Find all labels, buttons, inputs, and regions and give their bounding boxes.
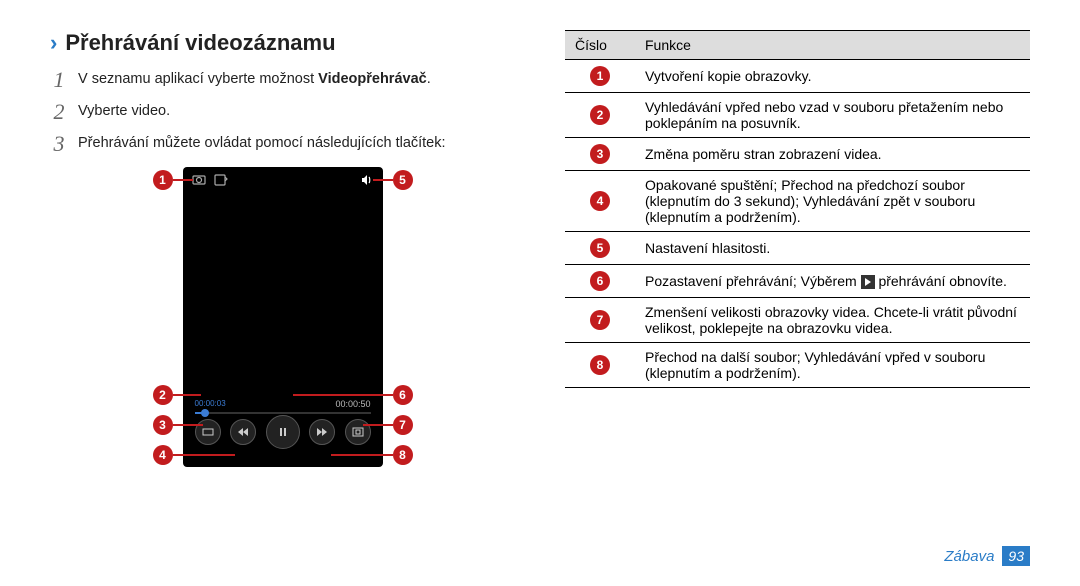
table-row: 8 Přechod na další soubor; Vyhledávání vp… [565,343,1030,388]
table-row: 2 Vyhledávání vpřed nebo vzad v souboru p… [565,93,1030,138]
phone-top-bar [183,167,383,193]
footer-category: Zábava [944,548,994,565]
step-text: V seznamu aplikací vyberte možnost Video… [78,68,431,87]
footer-page-number: 93 [1002,546,1030,566]
next-button[interactable] [309,419,335,445]
table-cell-text: Přechod na další soubor; Vyhledávání vpř… [635,343,1030,388]
callout-line [373,179,393,181]
callout-badge: 6 [590,271,610,291]
table-cell-text: Vyhledávání vpřed nebo vzad v souboru př… [635,93,1030,138]
right-column: Číslo Funkce 1 Vytvoření kopie obrazovky.… [565,30,1030,467]
callout-line [173,454,235,456]
callout-line [173,179,193,181]
progress-bar[interactable] [195,412,371,414]
callout-line [331,454,393,456]
table-cell-text: Nastavení hlasitosti. [635,232,1030,265]
left-column: › Přehrávání videozáznamu 1 V seznamu ap… [50,30,515,467]
play-pause-button[interactable] [266,415,300,449]
controls-table: Číslo Funkce 1 Vytvoření kopie obrazovky.… [565,30,1030,388]
table-cell-text: Pozastavení přehrávání; Výběrem přehrává… [635,265,1030,298]
callout-line [173,394,201,396]
step-text: Přehrávání můžete ovládat pomocí následu… [78,132,446,151]
section-heading: Přehrávání videozáznamu [65,30,335,56]
aspect-ratio-button[interactable] [195,419,221,445]
page-footer: Zábava 93 [944,546,1030,566]
step-text: Vyberte video. [78,100,170,119]
callout-badge: 4 [590,191,610,211]
step-number: 3 [50,132,68,156]
step-2: 2 Vyberte video. [50,100,515,124]
table-row: 4 Opakované spuštění; Přechod na předchoz… [565,171,1030,232]
camera-icon[interactable] [191,172,207,188]
callout-3: 3 [153,415,173,435]
callout-2: 2 [153,385,173,405]
table-header-func: Funkce [635,31,1030,60]
heading-chevron-icon: › [50,32,57,54]
phone-screen: 00:00:03 00:00:50 [183,167,383,467]
table-row: 3 Změna poměru stran zobrazení videa. [565,138,1030,171]
shrink-button[interactable] [345,419,371,445]
step-prefix: V seznamu aplikací vyberte možnost [78,71,318,87]
callout-badge: 1 [590,66,610,86]
table-cell-text: Zmenšení velikosti obrazovky videa. Chce… [635,298,1030,343]
callout-4: 4 [153,445,173,465]
callout-badge: 5 [590,238,610,258]
step-number: 2 [50,100,68,124]
table-cell-text: Vytvoření kopie obrazovky. [635,60,1030,93]
callout-badge: 2 [590,105,610,125]
callout-7: 7 [393,415,413,435]
table-row: 6 Pozastavení přehrávání; Výběrem přehráv… [565,265,1030,298]
share-icon[interactable] [213,172,229,188]
time-current: 00:00:03 [195,399,226,409]
callout-6: 6 [393,385,413,405]
table-cell-text: Změna poměru stran zobrazení videa. [635,138,1030,171]
table-row: 5 Nastavení hlasitosti. [565,232,1030,265]
step-1: 1 V seznamu aplikací vyberte možnost Vid… [50,68,515,92]
step-bold: Videopřehrávač [318,71,427,87]
step-number: 1 [50,68,68,92]
callout-line [363,424,393,426]
callout-5: 5 [393,170,413,190]
play-icon [861,275,875,289]
callout-1: 1 [153,170,173,190]
phone-mockup: 00:00:03 00:00:50 [153,167,413,467]
table-row: 7 Zmenšení velikosti obrazovky videa. Chc… [565,298,1030,343]
table-header-num: Číslo [565,31,635,60]
step-3: 3 Přehrávání můžete ovládat pomocí násle… [50,132,515,156]
callout-badge: 7 [590,310,610,330]
callout-badge: 8 [590,355,610,375]
previous-button[interactable] [230,419,256,445]
callout-8: 8 [393,445,413,465]
callout-line [293,394,393,396]
table-cell-text: Opakované spuštění; Přechod na předchozí… [635,171,1030,232]
callout-line [173,424,203,426]
table-row: 1 Vytvoření kopie obrazovky. [565,60,1030,93]
step-suffix: . [427,71,431,87]
time-total: 00:00:50 [335,399,370,409]
callout-badge: 3 [590,144,610,164]
